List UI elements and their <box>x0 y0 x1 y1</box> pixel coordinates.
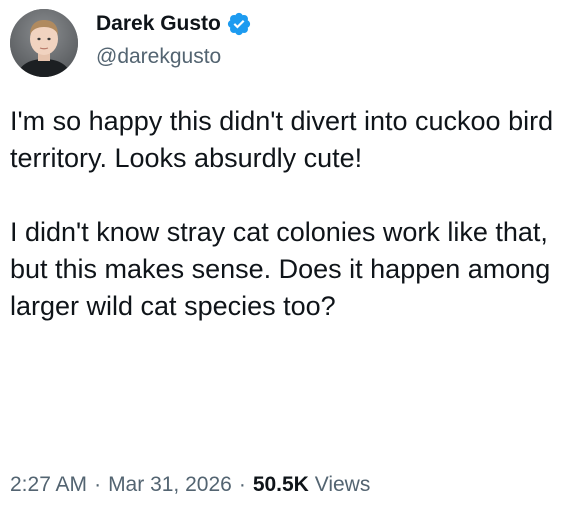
tweet-date[interactable]: Mar 31, 2026 <box>108 473 232 496</box>
tweet-paragraph: I'm so happy this didn't divert into cuc… <box>10 106 554 173</box>
author-handle[interactable]: @darekgusto <box>96 42 252 72</box>
author-display-name[interactable]: Darek Gusto <box>96 8 221 40</box>
avatar-photo <box>10 9 78 77</box>
views-count[interactable]: 50.5K <box>253 473 309 496</box>
meta-separator: · <box>94 473 102 496</box>
views-label[interactable]: Views <box>315 473 371 496</box>
tweet-card: Darek Gusto @darekgusto I'm so happy thi… <box>0 0 564 510</box>
tweet-paragraph: I didn't know stray cat colonies work li… <box>10 217 551 321</box>
tweet-time[interactable]: 2:27 AM <box>10 473 87 496</box>
meta-separator: · <box>238 473 246 496</box>
verified-badge-icon[interactable] <box>226 11 252 37</box>
tweet-text: I'm so happy this didn't divert into cuc… <box>10 103 555 325</box>
tweet-meta: 2:27 AM · Mar 31, 2026 · 50.5K Views <box>10 470 370 500</box>
author-block: Darek Gusto @darekgusto <box>96 8 252 72</box>
avatar[interactable] <box>10 9 78 77</box>
name-row: Darek Gusto <box>96 8 252 40</box>
